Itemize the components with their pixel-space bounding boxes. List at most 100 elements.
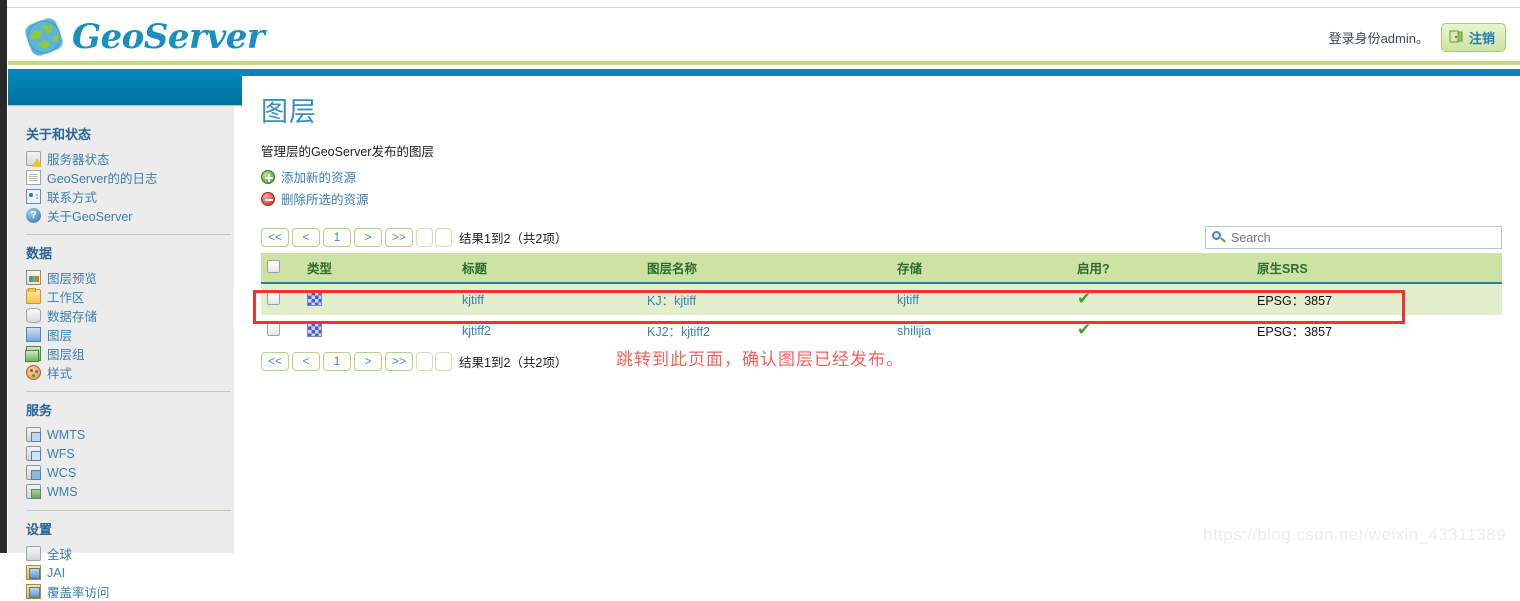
sidebar-item-coverage-access[interactable]: 覆盖率访问 [26,582,234,601]
page-header: GeoServer 登录身份admin。 注销 [8,9,1520,65]
sidebar-item-label: 数据存储 [47,310,98,324]
add-resource-label: 添加新的资源 [281,171,357,185]
sidebar-item-label: WMS [47,484,78,499]
sidebar-item-geoserver-logs[interactable]: GeoServer的的日志 [26,168,234,187]
service-wmts-icon [26,427,41,442]
select-all-checkbox[interactable] [267,259,280,273]
pager-last-button[interactable]: >> [385,228,413,247]
column-header-title[interactable]: 标题 [456,253,641,284]
sidebar-divider [26,234,231,235]
sidebar-item-about-geoserver[interactable]: ? 关于GeoServer [26,206,234,225]
sidebar-item-wms[interactable]: WMS [26,482,234,501]
row-title-link[interactable]: kjtiff2 [456,315,641,346]
sidebar-item-label: WCS [47,465,77,480]
table-header-row: 类型 标题 图层名称 存储 启用? 原生SRS [261,253,1502,284]
pagination-summary: 结果1到2（共2项） [459,232,568,246]
pagination-top: << < 1 > >> 结果1到2（共2项） Search [261,226,1502,249]
login-status-text: 登录身份admin。 [1328,31,1429,46]
page-description: 管理层的GeoServer发布的图层 [261,145,434,159]
sidebar-item-wmts[interactable]: WMTS [26,425,234,444]
pager-first-button[interactable]: << [261,228,289,247]
remove-resource-link[interactable]: 删除所选的资源 [261,189,1502,208]
sidebar-section-settings: 设置 全球 JAI 覆盖率访问 [26,519,234,601]
sidebar-section-title: 设置 [26,522,53,537]
pager-next-button[interactable]: > [354,228,382,247]
row-type-cell [301,315,456,346]
row-layer-name[interactable]: KJ2：kjtiff2 [641,315,891,346]
row-store-link[interactable]: kjtiff [891,283,1071,315]
add-resource-link[interactable]: 添加新的资源 [261,167,1502,186]
coverage-access-icon [26,584,41,599]
pager-spacer-2 [435,228,452,247]
logo-area[interactable]: GeoServer [22,15,265,59]
search-box[interactable]: Search [1205,226,1502,249]
search-placeholder: Search [1231,230,1271,245]
sidebar-item-label: 服务器状态 [47,153,110,167]
sidebar-item-server-status[interactable]: 服务器状态 [26,149,234,168]
column-header-type[interactable]: 类型 [301,253,456,284]
row-native-srs: EPSG：3857 [1251,283,1502,315]
sidebar-section-title: 关于和状态 [26,127,92,142]
document-icon [26,170,41,185]
select-all-header [261,253,301,284]
logout-button[interactable]: 注销 [1440,23,1506,52]
sidebar-item-label: 联系方式 [47,191,98,205]
raster-layer-icon [307,321,322,337]
sidebar: 关于和状态 服务器状态 GeoServer的的日志 联系方式 ? 关于GeoSe… [8,106,234,600]
pager-page-1-button[interactable]: 1 [323,228,351,247]
sidebar-item-layer-preview[interactable]: 图层预览 [26,268,234,287]
sidebar-item-label: 覆盖率访问 [47,586,110,600]
server-status-icon [26,151,42,167]
row-title-link[interactable]: kjtiff [456,283,641,315]
sidebar-section-title: 服务 [26,403,53,418]
sidebar-item-jai[interactable]: JAI [26,563,234,582]
column-header-layer-name[interactable]: 图层名称 [641,253,891,284]
sidebar-item-contact[interactable]: 联系方式 [26,187,234,206]
table-row: kjtiff2 KJ2：kjtiff2 shilijia ✔ EPSG：3857 [261,315,1502,346]
about-info-icon: ? [26,208,41,223]
remove-resource-label: 删除所选的资源 [281,193,369,207]
row-checkbox[interactable] [267,322,280,336]
sidebar-item-label: GeoServer的的日志 [47,172,158,186]
column-header-native-srs[interactable]: 原生SRS [1251,253,1502,284]
sidebar-item-label: 工作区 [47,291,85,305]
sidebar-divider [26,510,231,511]
geoserver-page: GeoServer 登录身份admin。 注销 关于和状态 服务器状态 GeoS… [0,0,1520,600]
row-select-cell [261,315,301,346]
sidebar-item-global[interactable]: 全球 [26,544,234,563]
watermark-text: https://blog.csdn.net/weixin_43311389 [1203,525,1506,544]
remove-icon [261,191,275,206]
globe-logo-icon [22,15,66,59]
column-header-enabled[interactable]: 启用? [1071,253,1251,284]
layer-preview-icon [26,270,41,285]
sidebar-item-wfs[interactable]: WFS [26,444,234,463]
sidebar-section-services: 服务 WMTS WFS WCS WMS [26,400,234,501]
sidebar-item-layers[interactable]: 图层 [26,325,234,344]
row-store-link[interactable]: shilijia [891,315,1071,346]
sidebar-item-datastores[interactable]: 数据存储 [26,306,234,325]
column-header-store[interactable]: 存储 [891,253,1071,284]
row-type-cell [301,283,456,315]
sidebar-item-label: WFS [47,446,75,461]
sidebar-item-label: 关于GeoServer [47,210,133,224]
contact-card-icon [26,189,41,204]
row-enabled-cell: ✔ [1071,283,1251,315]
sidebar-item-label: 全球 [47,548,73,562]
row-checkbox[interactable] [267,291,280,305]
folder-icon [26,288,41,304]
sidebar-item-workspaces[interactable]: 工作区 [26,287,234,306]
layer-icon [26,327,41,342]
page-title: 图层 [261,97,317,127]
sidebar-item-label: JAI [47,565,66,580]
enabled-check-icon: ✔ [1077,319,1092,339]
datastore-icon [26,308,41,323]
sidebar-item-wcs[interactable]: WCS [26,463,234,482]
row-layer-name[interactable]: KJ：kjtiff [641,283,891,315]
jai-icon [26,565,41,580]
enabled-check-icon: ✔ [1077,288,1092,308]
raster-layer-icon [307,290,322,306]
sidebar-item-label: 图层 [47,329,73,343]
service-wcs-icon [26,465,41,480]
sidebar-section-title: 数据 [26,246,53,261]
pager-prev-button[interactable]: < [292,228,320,247]
